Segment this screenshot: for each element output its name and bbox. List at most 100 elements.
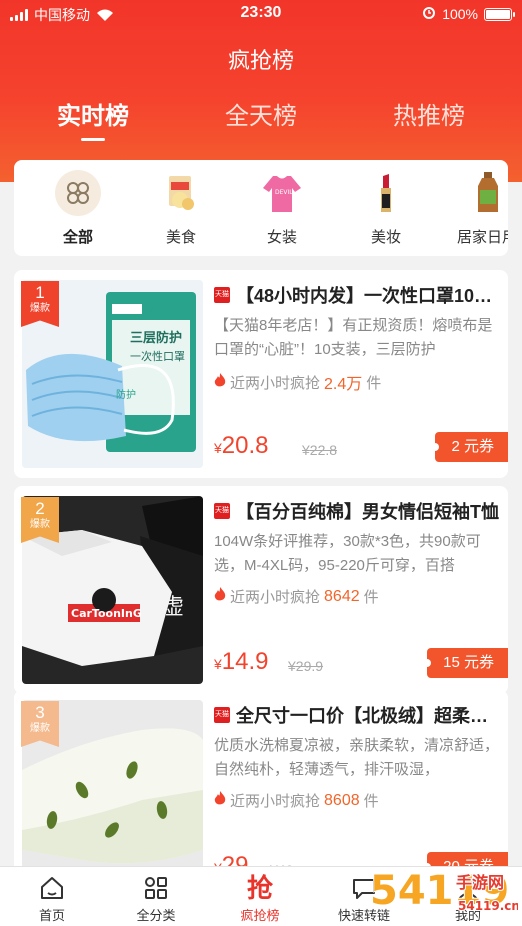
flame-icon (214, 587, 226, 606)
tabbar-label: 全分类 (136, 908, 176, 923)
rush-icon: 抢 (208, 873, 312, 903)
sales-info: 近两小时疯抢 8608 件 (214, 790, 500, 811)
svg-text:DEVIL: DEVIL (275, 189, 293, 196)
price: ¥20.8 (214, 432, 269, 460)
tab-hot-push[interactable]: 热推榜 (354, 96, 504, 131)
snack-bag-icon (158, 170, 204, 216)
tabbar-label: 首页 (38, 908, 65, 923)
product-info: 天猫 全尺寸一口价【北极绒】超柔夏凉被 优质水洗棉夏凉被，亲肤柔软，清凉舒适，自… (214, 702, 500, 811)
rank-tag: 爆款 (30, 723, 50, 734)
sales-unit: 件 (363, 589, 379, 606)
price-row: ¥20.8 ¥22.8 2 元券 (214, 432, 508, 462)
price: ¥14.9 (214, 648, 269, 676)
sales-unit: 件 (363, 793, 379, 810)
sales-count: 8608 (324, 791, 360, 809)
original-price: ¥22.8 (302, 442, 337, 458)
tab-label: 实时榜 (57, 103, 129, 130)
product-title[interactable]: 全尺寸一口价【北极绒】超柔夏凉被 (236, 702, 500, 728)
category-all[interactable]: 全部 (43, 170, 113, 247)
sales-prefix: 近两小时疯抢 (230, 589, 321, 606)
svg-text:手游网: 手游网 (456, 873, 504, 892)
ranking-tabs: 实时榜 全天榜 热推榜 (0, 96, 522, 146)
product-info: 天猫 【48小时内发】一次性口罩10只装三层防护 【天猫8年老店！】有正规资质！… (214, 282, 500, 394)
category-food[interactable]: 美食 (146, 170, 216, 247)
rank-number: 1 (35, 283, 45, 302)
sales-prefix: 近两小时疯抢 (230, 793, 321, 810)
category-label: 全部 (62, 229, 93, 246)
lipstick-icon (363, 170, 409, 216)
status-bar: 中国移动 23:30 100% (0, 0, 522, 28)
svg-text:一次性口罩: 一次性口罩 (130, 349, 185, 363)
tmall-icon: 天猫 (214, 707, 230, 723)
tabbar-categories[interactable]: 全分类 (104, 873, 208, 924)
category-label: 美食 (165, 229, 196, 246)
svg-text:三层防护: 三层防护 (130, 330, 182, 346)
sales-prefix: 近两小时疯抢 (230, 374, 321, 392)
category-label: 美妆 (370, 229, 401, 246)
sweater-icon: DEVIL (259, 170, 305, 216)
product-card[interactable]: CarToonInG 虚 2 爆款 天猫 【百分百纯棉】男女情侣短袖T恤 104… (14, 486, 508, 694)
original-price-value: 22.8 (309, 442, 338, 458)
rank-badge: 2 爆款 (21, 497, 59, 543)
svg-text:防护: 防护 (116, 388, 136, 401)
sales-info: 近两小时疯抢 2.4万 件 (214, 370, 500, 394)
currency-symbol: ¥ (214, 440, 222, 456)
sales-unit: 件 (366, 374, 382, 392)
rank-number: 3 (35, 703, 45, 722)
product-info: 天猫 【百分百纯棉】男女情侣短袖T恤 104W条好评推荐，30款*3色，共90款… (214, 498, 500, 607)
price-value: 14.9 (221, 648, 269, 675)
currency-symbol: ¥ (214, 656, 222, 672)
rank-badge: 3 爆款 (21, 701, 59, 747)
bottle-icon (464, 170, 508, 216)
original-price: ¥29.9 (288, 658, 323, 674)
product-description: 优质水洗棉夏凉被，亲肤柔软，清凉舒适，自然纯朴，轻薄透气，排汗吸湿， (214, 737, 500, 778)
categories-icon (104, 873, 208, 903)
home-icon (0, 873, 104, 903)
product-description: 【天猫8年老店！】有正规资质！熔喷布是口罩的“心脏”！10支装，三层防护 (214, 317, 493, 358)
coupon-button[interactable]: 2 元券 (431, 432, 508, 462)
tab-realtime[interactable]: 实时榜 (18, 96, 168, 141)
original-price-value: 29.9 (295, 658, 324, 674)
product-description: 104W条好评推荐，30款*3色，共90款可选，M-4XL码，95-220斤可穿… (214, 533, 481, 574)
svg-text:虚: 虚 (162, 595, 184, 620)
header: 中国移动 23:30 100% 疯抢榜 实时榜 全天榜 热推榜 (0, 0, 522, 182)
currency-symbol: ¥ (302, 442, 310, 458)
tabbar-rush-ranking[interactable]: 抢 疯抢榜 (208, 873, 312, 924)
tabbar-home[interactable]: 首页 (0, 873, 104, 924)
tmall-icon: 天猫 (214, 503, 230, 519)
page-title: 疯抢榜 (227, 48, 294, 73)
category-label: 居家日用 (456, 229, 508, 246)
category-womens-clothing[interactable]: DEVIL 女装 (247, 170, 317, 247)
flame-icon (214, 372, 226, 392)
active-tab-indicator (81, 138, 105, 141)
sales-count: 2.4万 (324, 376, 363, 393)
flame-icon (214, 791, 226, 810)
tab-label: 热推榜 (393, 103, 465, 130)
tmall-icon: 天猫 (214, 287, 230, 303)
price-row: ¥14.9 ¥29.9 15 元券 (214, 648, 508, 678)
alarm-icon (422, 5, 436, 23)
sales-info: 近两小时疯抢 8642 件 (214, 586, 500, 607)
currency-symbol: ¥ (288, 658, 296, 674)
product-card[interactable]: 畅益 三层防护 一次性口罩 防护 1 爆款 天猫 【48小时内发】一次性口罩10… (14, 270, 508, 478)
battery-percent: 100% (442, 6, 478, 22)
rank-tag: 爆款 (30, 303, 50, 314)
tab-all-day[interactable]: 全天榜 (186, 96, 336, 131)
category-label: 女装 (266, 229, 297, 246)
battery-icon (484, 7, 515, 21)
product-title[interactable]: 【百分百纯棉】男女情侣短袖T恤 (236, 498, 499, 524)
sales-count: 8642 (324, 587, 360, 605)
rush-glyph: 抢 (246, 873, 273, 903)
coupon-button[interactable]: 15 元券 (423, 648, 508, 678)
svg-text:畅益: 畅益 (146, 305, 164, 317)
category-strip: 全部 美食 DEVIL 女装 美妆 居家日 (14, 160, 508, 256)
category-home-daily[interactable]: 居家日用 (452, 170, 508, 247)
product-title[interactable]: 【48小时内发】一次性口罩10只装三层防护 (236, 282, 500, 308)
category-beauty[interactable]: 美妆 (351, 170, 421, 247)
rank-badge: 1 爆款 (21, 281, 59, 327)
rank-number: 2 (35, 499, 45, 518)
tab-label: 全天榜 (225, 103, 297, 130)
price-value: 20.8 (221, 432, 269, 459)
site-watermark: 54119 手游网 54119.cn (368, 858, 521, 926)
svg-text:CarToonInG: CarToonInG (71, 607, 142, 620)
